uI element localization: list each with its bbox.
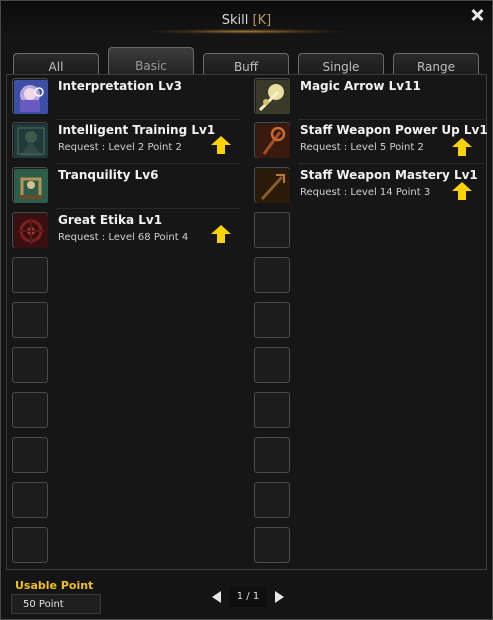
staff-weapon-mastery-skill-icon — [256, 169, 290, 203]
empty-skill-slot[interactable] — [254, 257, 290, 293]
empty-skill-slot[interactable] — [254, 347, 290, 383]
empty-skill-slot[interactable] — [254, 482, 290, 518]
empty-skill-slot[interactable] — [254, 392, 290, 428]
skill-slot[interactable] — [12, 78, 48, 114]
empty-skill-slot[interactable] — [254, 527, 290, 563]
title-glow — [151, 29, 341, 34]
skill-up-arrow-icon[interactable] — [452, 182, 472, 200]
skill-request: Request : Level 68 Point 4 — [58, 232, 189, 243]
tranquility-skill-icon — [14, 169, 48, 203]
skill-slot[interactable] — [12, 122, 48, 158]
skill-request: Request : Level 2 Point 2 — [58, 142, 182, 153]
skill-name: Intelligent Training Lv1 — [58, 123, 216, 137]
empty-skill-slot[interactable] — [12, 257, 48, 293]
tab-all[interactable]: All — [13, 53, 99, 75]
empty-skill-slot[interactable] — [12, 302, 48, 338]
skill-name: Interpretation Lv3 — [58, 79, 182, 93]
title-bar[interactable]: Skill [K] — [1, 1, 492, 41]
skill-row-tranquility[interactable]: Tranquility Lv6 — [12, 167, 242, 211]
close-icon[interactable] — [470, 8, 484, 22]
tab-basic[interactable]: Basic — [108, 47, 194, 75]
window-hotkey: [K] — [252, 13, 272, 28]
empty-skill-slot[interactable] — [12, 347, 48, 383]
skill-row-staff-weapon-mastery[interactable]: Staff Weapon Mastery Lv1 Request : Level… — [254, 167, 486, 211]
skill-name: Tranquility Lv6 — [58, 168, 159, 182]
tab-range[interactable]: Range — [393, 53, 479, 75]
interpretation-skill-icon — [14, 80, 48, 114]
row-divider — [56, 163, 240, 164]
empty-skill-slot[interactable] — [12, 392, 48, 428]
skill-slot[interactable] — [12, 167, 48, 203]
window-title: Skill [K] — [1, 13, 492, 28]
skill-slot[interactable] — [12, 212, 48, 248]
skill-name: Great Etika Lv1 — [58, 213, 163, 227]
skill-slot[interactable] — [254, 167, 290, 203]
skill-request: Request : Level 5 Point 2 — [300, 142, 424, 153]
row-divider — [56, 119, 240, 120]
magic-arrow-skill-icon — [256, 80, 290, 114]
intelligent-training-skill-icon — [14, 124, 48, 158]
page-indicator: 1 / 1 — [229, 587, 267, 607]
row-divider — [298, 163, 484, 164]
empty-skill-slot[interactable] — [12, 527, 48, 563]
staff-weapon-power-up-skill-icon — [256, 124, 290, 158]
skill-up-arrow-icon[interactable] — [211, 225, 231, 243]
window-title-text: Skill — [221, 13, 249, 28]
empty-skill-slot[interactable] — [254, 302, 290, 338]
skill-slot[interactable] — [254, 78, 290, 114]
skill-slot[interactable] — [254, 122, 290, 158]
tab-single[interactable]: Single — [298, 53, 384, 75]
skill-up-arrow-icon[interactable] — [452, 138, 472, 156]
empty-skill-slot[interactable] — [254, 437, 290, 473]
skill-row-intelligent-training[interactable]: Intelligent Training Lv1 Request : Level… — [12, 122, 242, 166]
skill-name: Magic Arrow Lv11 — [300, 79, 421, 93]
empty-skill-slot[interactable] — [12, 437, 48, 473]
skill-name: Staff Weapon Power Up Lv1 — [300, 123, 488, 137]
skill-name: Staff Weapon Mastery Lv1 — [300, 168, 478, 182]
page-prev-icon[interactable] — [212, 591, 221, 603]
great-etika-skill-icon — [14, 214, 48, 248]
empty-skill-slot[interactable] — [254, 212, 290, 248]
tab-buff[interactable]: Buff — [203, 53, 289, 75]
skill-up-arrow-icon[interactable] — [211, 136, 231, 154]
skill-row-interpretation[interactable]: Interpretation Lv3 — [12, 78, 242, 122]
skill-row-magic-arrow[interactable]: Magic Arrow Lv11 — [254, 78, 486, 122]
skill-window: Skill [K] All Basic Buff Single Range In… — [0, 0, 493, 620]
empty-skill-slot[interactable] — [12, 482, 48, 518]
row-divider — [298, 119, 484, 120]
skill-row-great-etika[interactable]: Great Etika Lv1 Request : Level 68 Point… — [12, 212, 242, 256]
row-divider — [56, 208, 240, 209]
skill-request: Request : Level 14 Point 3 — [300, 187, 431, 198]
page-next-icon[interactable] — [275, 591, 284, 603]
usable-point-value: 50 Point — [11, 594, 101, 614]
skill-row-staff-weapon-power-up[interactable]: Staff Weapon Power Up Lv1 Request : Leve… — [254, 122, 488, 166]
usable-point-label: Usable Point — [15, 579, 94, 592]
